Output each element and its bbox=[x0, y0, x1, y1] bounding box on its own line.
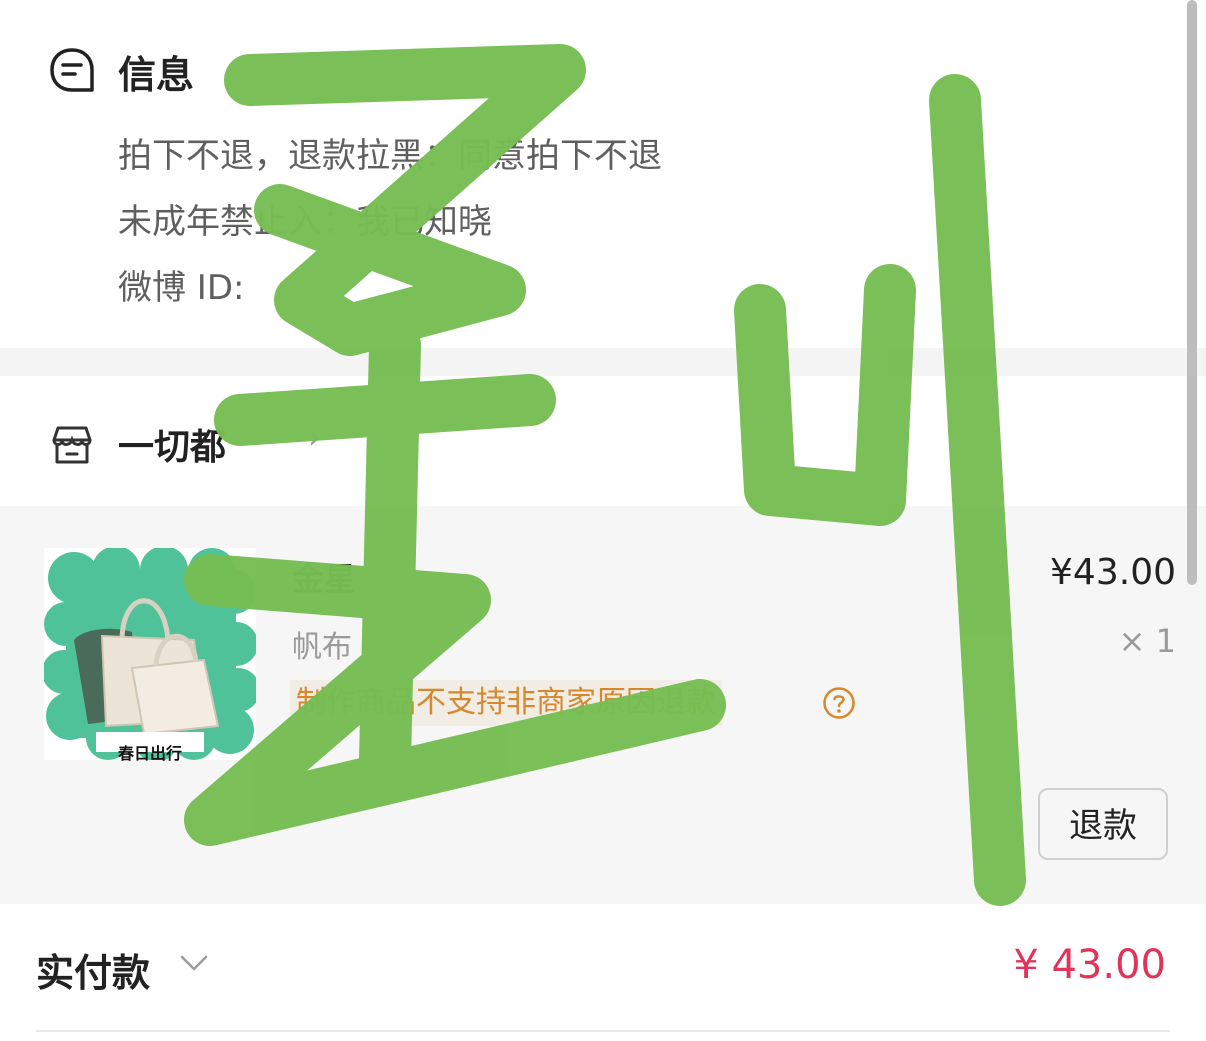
message-icon bbox=[50, 48, 94, 92]
divider bbox=[36, 1030, 1170, 1032]
payment-label: 实付款 bbox=[36, 951, 151, 995]
item-spec: 帆布 bbox=[292, 630, 352, 665]
store-name[interactable]: 一切都 bbox=[118, 418, 226, 470]
chevron-right-icon: › bbox=[308, 418, 321, 456]
item-quantity: × 1 bbox=[1118, 622, 1176, 660]
payment-amount: ¥ 43.00 bbox=[1013, 942, 1166, 988]
refund-notice: 制作商品不支持非商家原因退款 bbox=[290, 680, 722, 726]
thumbnail-caption: 春日出行 bbox=[117, 744, 182, 763]
info-title: 信息 bbox=[118, 53, 195, 97]
section-gap bbox=[0, 348, 1206, 376]
item-title[interactable]: 金星 bbox=[292, 554, 356, 600]
info-line-minor-notice: 未成年禁止入：我已知晓 bbox=[118, 202, 492, 242]
chevron-down-icon[interactable] bbox=[176, 948, 212, 978]
store-icon bbox=[52, 426, 92, 464]
question-circle-icon[interactable] bbox=[822, 686, 856, 720]
info-line-weibo-id: 微博 ID: bbox=[118, 268, 245, 308]
item-price: ¥43.00 bbox=[1050, 552, 1176, 593]
product-thumbnail[interactable] bbox=[44, 548, 256, 760]
refund-button[interactable]: 退款 bbox=[1038, 788, 1168, 860]
scrollbar[interactable] bbox=[1187, 0, 1197, 585]
info-line-return-policy: 拍下不退，退款拉黑：同意拍下不退 bbox=[118, 136, 662, 176]
